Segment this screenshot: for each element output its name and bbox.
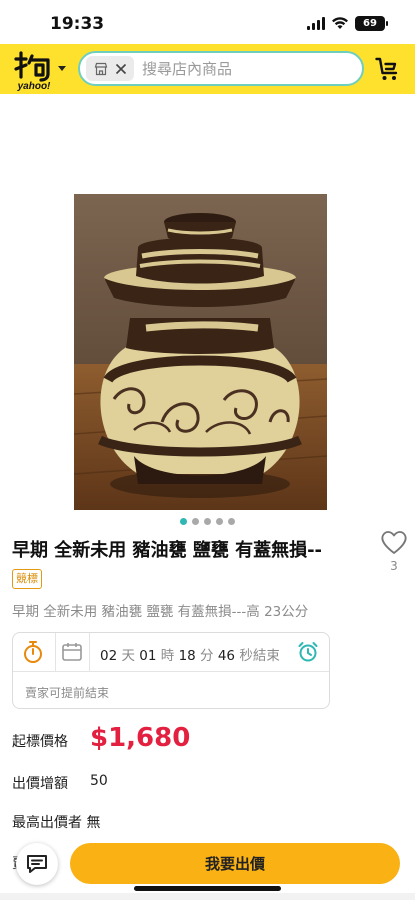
product-image[interactable] bbox=[74, 194, 327, 510]
store-icon bbox=[94, 62, 107, 75]
search-placeholder: 搜尋店內商品 bbox=[142, 60, 233, 78]
status-icons: 69 bbox=[307, 15, 388, 31]
yahoo-auction-logo[interactable]: yahoo! bbox=[12, 47, 56, 92]
carousel-dot[interactable] bbox=[216, 518, 223, 525]
stopwatch-icon bbox=[24, 641, 42, 663]
hours-unit: 時 bbox=[160, 648, 175, 664]
highest-bidder-label: 最高出價者 無 bbox=[12, 815, 101, 831]
favorite-count: 3 bbox=[390, 559, 398, 573]
logo-text: yahoo! bbox=[17, 81, 51, 91]
divider bbox=[55, 633, 56, 672]
carousel-dot[interactable] bbox=[192, 518, 199, 525]
status-bar: 19:33 69 bbox=[0, 0, 415, 44]
countdown-text: 02 天 01 時 18 分 46 秒結束 bbox=[100, 644, 280, 664]
countdown-seconds: 46 bbox=[217, 648, 236, 664]
carousel-dot[interactable] bbox=[204, 518, 211, 525]
increment-label: 出價增額 bbox=[12, 776, 68, 792]
countdown-note: 賣家可提前結束 bbox=[25, 686, 110, 700]
cart-icon[interactable] bbox=[375, 56, 401, 82]
carousel-dot[interactable] bbox=[180, 518, 187, 525]
alarm-clock-icon[interactable] bbox=[297, 641, 319, 663]
heart-icon bbox=[381, 531, 407, 554]
countdown-days: 02 bbox=[100, 648, 118, 664]
wifi-icon bbox=[332, 17, 348, 29]
store-filter-chip[interactable] bbox=[86, 56, 134, 81]
status-time: 19:33 bbox=[50, 14, 105, 34]
chat-button[interactable] bbox=[16, 843, 58, 885]
countdown-row: 02 天 01 時 18 分 46 秒結束 bbox=[13, 633, 329, 672]
start-price-value: $1,680 bbox=[90, 723, 191, 753]
seconds-unit: 秒結束 bbox=[239, 648, 280, 664]
app-header: yahoo! 搜尋店內商品 bbox=[0, 44, 415, 94]
favorite-button[interactable]: 3 bbox=[379, 529, 409, 579]
bottom-strip bbox=[0, 893, 415, 900]
product-title: 早期 全新未用 豬油甕 鹽甕 有蓋無損-- bbox=[12, 540, 323, 561]
increment-value: 50 bbox=[90, 773, 108, 789]
divider bbox=[89, 633, 90, 672]
calendar-icon bbox=[62, 643, 82, 661]
home-indicator[interactable] bbox=[134, 886, 281, 891]
auction-type-badge: 競標 bbox=[12, 569, 42, 589]
cellular-signal-icon bbox=[307, 16, 325, 30]
search-input[interactable]: 搜尋店內商品 bbox=[78, 51, 364, 86]
countdown-hours: 01 bbox=[139, 648, 157, 664]
chat-icon bbox=[27, 855, 47, 873]
countdown-card: 02 天 01 時 18 分 46 秒結束 賣家可提前結束 bbox=[12, 632, 330, 709]
carousel-dot[interactable] bbox=[228, 518, 235, 525]
battery-indicator: 69 bbox=[355, 15, 388, 31]
product-subtitle: 早期 全新未用 豬油甕 鹽甕 有蓋無損---高 23公分 bbox=[12, 604, 309, 620]
minutes-unit: 分 bbox=[200, 648, 214, 664]
days-unit: 天 bbox=[121, 648, 135, 664]
countdown-minutes: 18 bbox=[178, 648, 196, 664]
start-price-label: 起標價格 bbox=[12, 734, 68, 750]
image-carousel-dots bbox=[0, 518, 415, 525]
clear-icon[interactable] bbox=[115, 63, 127, 75]
place-bid-button[interactable]: 我要出價 bbox=[70, 843, 400, 884]
chevron-down-icon[interactable] bbox=[58, 66, 66, 71]
